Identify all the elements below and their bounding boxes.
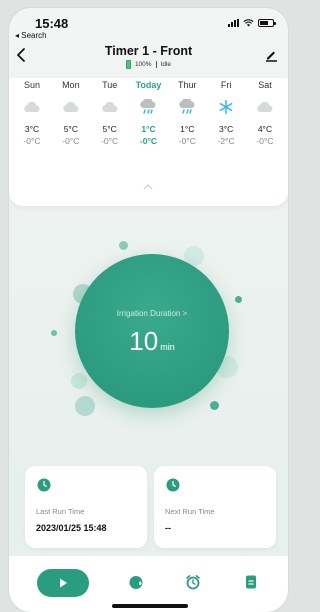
wifi-icon	[243, 19, 254, 27]
forecast-low: -0°C	[178, 136, 196, 146]
last-run-value: 2023/01/25 15:48	[36, 523, 107, 533]
next-run-card: Next Run Time --	[154, 466, 276, 548]
last-run-card: Last Run Time 2023/01/25 15:48	[25, 466, 147, 548]
duration-number: 10	[129, 326, 159, 356]
cloud-icon	[91, 96, 129, 118]
irrigation-duration-value: 10 min	[75, 326, 229, 357]
forecast-day-name: Tue	[102, 80, 118, 90]
water-drop-icon[interactable]	[128, 574, 144, 590]
next-run-value: --	[165, 523, 171, 533]
forecast-day: Sat 4°C -0°C	[246, 78, 284, 146]
decorative-bubble	[51, 330, 57, 336]
forecast-day-name: Today	[135, 80, 162, 90]
decorative-bubble	[210, 401, 219, 410]
forecast-low: -0°C	[139, 136, 158, 146]
duration-unit: min	[160, 342, 175, 352]
forecast-high: 5°C	[63, 124, 78, 134]
battery-icon	[258, 19, 276, 27]
device-battery-icon	[125, 60, 131, 69]
irrigation-duration-label[interactable]: Irrigation Duration >	[75, 309, 229, 318]
irrigation-duration-dial[interactable]: Irrigation Duration > 10 min	[75, 254, 229, 408]
next-run-label: Next Run Time	[165, 507, 215, 516]
weather-forecast: Sun 3°C -0°C Mon 5°C -0°C Tue 5°C -0°C Today 1°C -0…	[9, 78, 288, 206]
cloud-icon	[52, 96, 90, 118]
clock-calendar-icon	[166, 478, 180, 492]
decorative-bubble	[75, 396, 95, 416]
chevron-up-icon[interactable]	[142, 183, 154, 191]
forecast-high: 5°C	[102, 124, 117, 134]
forecast-day-name: Fri	[220, 80, 232, 90]
forecast-day: Tue 5°C -0°C	[91, 78, 129, 146]
status-icons	[228, 19, 276, 27]
forecast-low: -0°C	[101, 136, 119, 146]
forecast-day-name: Mon	[62, 80, 80, 90]
status-bar: 15:48 ◂ Search	[9, 8, 288, 42]
last-run-label: Last Run Time	[36, 507, 85, 516]
forecast-high: 3°C	[24, 124, 40, 134]
forecast-low: -0°C	[23, 136, 41, 146]
cloud-icon	[246, 96, 284, 118]
decorative-bubble	[235, 296, 242, 303]
signal-icon	[228, 19, 239, 27]
status-time: 15:48	[35, 16, 69, 31]
forecast-high: 3°C	[219, 124, 234, 134]
forecast-day-name: Sat	[258, 80, 272, 90]
rain-cloud-icon	[168, 96, 206, 118]
forecast-high: 4°C	[257, 124, 273, 134]
home-indicator	[112, 604, 188, 608]
forecast-day: Thur 1°C -0°C	[168, 78, 206, 146]
decorative-bubble	[119, 241, 128, 250]
forecast-low: -0°C	[256, 136, 274, 146]
decorative-bubble	[71, 373, 87, 389]
page-title: Timer 1 - Front	[104, 44, 193, 58]
battery-level: 100%	[134, 61, 152, 68]
forecast-day-name: Sun	[23, 80, 40, 90]
cloud-icon	[13, 96, 51, 118]
app-screen: 15:48 ◂ Search Timer 1 - Front 100% Idle	[9, 8, 288, 612]
device-state: Idle	[160, 61, 172, 68]
forecast-low: -2°C	[217, 136, 235, 146]
snowflake-icon	[207, 96, 245, 118]
forecast-day: Mon 5°C -0°C	[52, 78, 90, 146]
forecast-day: Fri 3°C -2°C	[207, 78, 245, 146]
forecast-high: 1°C	[180, 124, 195, 134]
forecast-day-name: Thur	[178, 80, 197, 90]
start-watering-button[interactable]	[37, 569, 89, 597]
forecast-low: -0°C	[62, 136, 80, 146]
alarm-clock-icon[interactable]	[185, 574, 201, 590]
page-header: Timer 1 - Front 100% Idle	[9, 42, 288, 78]
rain-cloud-icon	[129, 96, 167, 118]
document-icon[interactable]	[243, 574, 259, 590]
clock-sprout-icon	[37, 478, 51, 492]
edit-icon[interactable]	[264, 48, 278, 62]
back-to-search-link[interactable]: ◂ Search	[15, 31, 47, 40]
forecast-day: Sun 3°C -0°C	[13, 78, 51, 146]
divider	[155, 61, 157, 68]
play-icon	[60, 578, 67, 588]
forecast-high: 1°C	[141, 124, 156, 134]
device-status: 100% Idle	[9, 60, 288, 69]
forecast-day: Today 1°C -0°C	[129, 78, 167, 146]
